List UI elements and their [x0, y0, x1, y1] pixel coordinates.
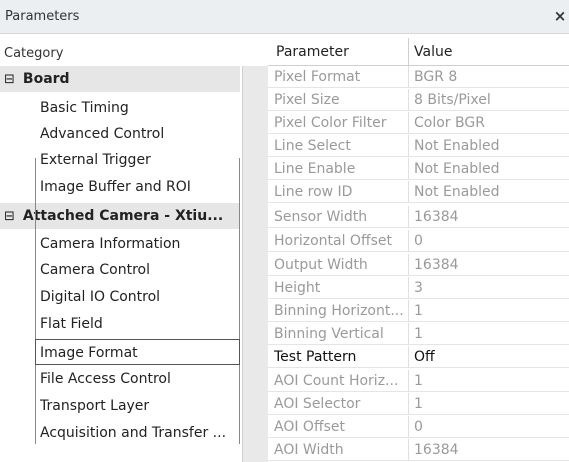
- parameter-value: 1: [414, 373, 423, 389]
- parameter-name: Binning Horizont...: [274, 303, 404, 319]
- cell-divider: [408, 230, 409, 252]
- parameter-name: AOI Count Horiz...: [274, 373, 399, 389]
- table-row[interactable]: AOI Selector 1: [268, 393, 569, 415]
- tree-item-transport-layer[interactable]: Transport Layer: [28, 393, 240, 419]
- parameter-value: Not Enabled: [414, 184, 500, 200]
- parameter-name: Sensor Width: [274, 209, 368, 225]
- category-header-label: Category: [4, 46, 64, 61]
- tree-item-external-trigger[interactable]: External Trigger: [28, 147, 240, 173]
- cell-divider: [408, 254, 409, 276]
- table-row[interactable]: Test Pattern Off: [268, 346, 569, 368]
- table-row[interactable]: Height 3: [268, 277, 569, 299]
- cell-divider: [408, 416, 409, 438]
- parameter-value: 16384: [414, 209, 459, 225]
- tree-group-label: Board: [22, 71, 70, 87]
- parameter-value: 0: [414, 233, 423, 249]
- parameter-value: 1: [414, 396, 423, 412]
- parameter-name: AOI Width: [274, 442, 344, 458]
- cell-divider: [408, 181, 409, 203]
- table-row[interactable]: Line row ID Not Enabled: [268, 181, 569, 203]
- table-row[interactable]: Line Select Not Enabled: [268, 135, 569, 157]
- parameter-value: 16384: [414, 257, 459, 273]
- table-row[interactable]: AOI Count Horiz... 1: [268, 370, 569, 392]
- table-row[interactable]: AOI Width 16384: [268, 439, 569, 461]
- parameter-name: Pixel Format: [274, 69, 361, 85]
- tree-group-board[interactable]: ⊟ Board: [0, 66, 240, 92]
- collapse-icon[interactable]: ⊟: [4, 209, 15, 224]
- parameter-value: Not Enabled: [414, 161, 500, 177]
- parameter-name: Line Select: [274, 138, 351, 154]
- parameter-name: Line row ID: [274, 184, 353, 200]
- parameter-name: Output Width: [274, 257, 368, 273]
- cell-divider: [408, 393, 409, 415]
- cell-divider: [408, 300, 409, 322]
- table-row[interactable]: Pixel Color Filter Color BGR: [268, 112, 569, 134]
- collapse-icon[interactable]: ⊟: [4, 72, 15, 87]
- tree-item-camera-control[interactable]: Camera Control: [28, 257, 240, 283]
- parameter-value: 1: [414, 326, 423, 342]
- parameter-name: Test Pattern: [274, 349, 357, 365]
- tree-item-camera-information[interactable]: Camera Information: [28, 231, 240, 257]
- tree-item-acquisition-and-transfer[interactable]: Acquisition and Transfer ...: [28, 420, 240, 446]
- cell-divider: [408, 112, 409, 134]
- category-tree: ⊟ Board Basic Timing Advanced Control Ext…: [0, 66, 268, 462]
- table-row[interactable]: Binning Horizont... 1: [268, 300, 569, 322]
- cell-divider: [408, 158, 409, 180]
- parameter-value: 8 Bits/Pixel: [414, 92, 491, 108]
- tree-group-attached-camera[interactable]: ⊟ Attached Camera - Xtiu...: [0, 203, 240, 229]
- column-header-value[interactable]: Value: [414, 44, 452, 60]
- tree-item-basic-timing[interactable]: Basic Timing: [28, 95, 240, 121]
- title-bar: Parameters ×: [0, 0, 569, 34]
- cell-divider: [408, 439, 409, 461]
- category-scroll-strip: [242, 66, 268, 462]
- category-header: Category: [0, 43, 268, 65]
- table-row[interactable]: Pixel Size 8 Bits/Pixel: [268, 89, 569, 111]
- cell-divider: [408, 66, 409, 88]
- parameter-name: AOI Offset: [274, 419, 345, 435]
- table-row[interactable]: Sensor Width 16384: [268, 206, 569, 228]
- parameter-value: Color BGR: [414, 115, 485, 131]
- window-title: Parameters: [5, 9, 80, 24]
- parameter-value: Not Enabled: [414, 138, 500, 154]
- tree-item-advanced-control[interactable]: Advanced Control: [28, 121, 240, 147]
- close-icon[interactable]: ×: [553, 6, 567, 26]
- cell-divider: [408, 370, 409, 392]
- table-row[interactable]: Output Width 16384: [268, 254, 569, 276]
- cell-divider: [408, 89, 409, 111]
- parameter-name: Binning Vertical: [274, 326, 384, 342]
- parameter-value: 3: [414, 280, 423, 296]
- table-row[interactable]: Horizontal Offset 0: [268, 230, 569, 252]
- parameter-value-editable[interactable]: Off: [414, 346, 564, 368]
- parameter-name: Pixel Color Filter: [274, 115, 387, 131]
- parameter-name: Line Enable: [274, 161, 356, 177]
- table-row[interactable]: Binning Vertical 1: [268, 323, 569, 345]
- parameter-name: Horizontal Offset: [274, 233, 392, 249]
- parameter-name: Pixel Size: [274, 92, 340, 108]
- parameter-value: 16384: [414, 442, 459, 458]
- parameter-value: 1: [414, 303, 423, 319]
- parameter-name: Height: [274, 280, 321, 296]
- parameter-value: 0: [414, 419, 423, 435]
- tree-item-image-format[interactable]: Image Format: [35, 339, 240, 365]
- cell-divider: [408, 277, 409, 299]
- cell-divider: [408, 135, 409, 157]
- tree-group-label: Attached Camera - Xtiu...: [22, 208, 224, 224]
- table-row[interactable]: Pixel Format BGR 8: [268, 66, 569, 88]
- parameter-name: AOI Selector: [274, 396, 361, 412]
- cell-divider: [408, 346, 409, 368]
- table-row[interactable]: Line Enable Not Enabled: [268, 158, 569, 180]
- table-row[interactable]: AOI Offset 0: [268, 416, 569, 438]
- cell-divider: [408, 206, 409, 228]
- column-header-parameter[interactable]: Parameter: [276, 44, 349, 60]
- parameter-value: BGR 8: [414, 69, 458, 85]
- parameter-grid-header: Parameter Value: [268, 38, 569, 66]
- cell-divider: [408, 323, 409, 345]
- tree-item-digital-io-control[interactable]: Digital IO Control: [28, 284, 240, 310]
- tree-item-image-buffer-and-roi[interactable]: Image Buffer and ROI: [28, 174, 240, 200]
- column-divider[interactable]: [408, 38, 409, 66]
- tree-item-flat-field[interactable]: Flat Field: [28, 311, 240, 337]
- tree-item-file-access-control[interactable]: File Access Control: [28, 366, 240, 392]
